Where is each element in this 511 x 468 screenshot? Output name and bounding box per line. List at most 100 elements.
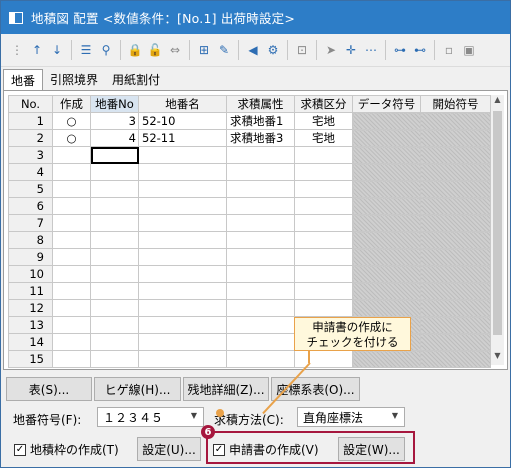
lot-name-cell[interactable] <box>138 248 227 266</box>
start-symbol-cell[interactable] <box>420 180 491 198</box>
create-cell[interactable] <box>52 282 91 300</box>
data-symbol-cell[interactable] <box>352 299 421 317</box>
speaker-icon[interactable]: ◀ <box>243 40 263 60</box>
connect-icon[interactable]: ⊶ <box>390 40 410 60</box>
arrow-icon[interactable]: ➤ <box>321 40 341 60</box>
start-symbol-cell[interactable] <box>420 265 491 283</box>
lot-name-cell[interactable] <box>138 146 227 164</box>
create-cell[interactable] <box>52 180 91 198</box>
lot-name-cell[interactable] <box>138 316 227 334</box>
calc-category-cell[interactable] <box>294 180 353 198</box>
calc-attribute-cell[interactable]: 求積地番3 <box>226 129 295 147</box>
lot-number-cell[interactable] <box>90 146 139 164</box>
create-cell[interactable] <box>52 214 91 232</box>
residual-detail-button[interactable]: 残地詳細(Z)... <box>183 377 269 401</box>
calc-category-cell[interactable] <box>294 299 353 317</box>
data-symbol-cell[interactable] <box>352 146 421 164</box>
lot-grid[interactable]: No. 作成 地番No 地番名 求積属性 求積区分 データ符号 開始符号 1 ○ 3… <box>8 95 491 368</box>
move-up-icon[interactable]: ↑ <box>27 40 47 60</box>
calc-attribute-cell[interactable] <box>226 282 295 300</box>
start-symbol-cell[interactable] <box>420 197 491 215</box>
table-button[interactable]: 表(S)... <box>6 377 92 401</box>
calc-category-cell[interactable] <box>294 163 353 181</box>
calc-attribute-cell[interactable] <box>226 248 295 266</box>
table-row[interactable]: 7 <box>8 214 491 232</box>
lot-name-cell[interactable] <box>138 350 227 368</box>
calc-attribute-cell[interactable] <box>226 299 295 317</box>
calc-attribute-cell[interactable] <box>226 163 295 181</box>
calc-category-cell[interactable] <box>294 282 353 300</box>
calc-category-cell[interactable] <box>294 214 353 232</box>
frame-icon[interactable]: ⊡ <box>292 40 312 60</box>
lot-number-cell[interactable] <box>90 163 139 181</box>
calc-method-select[interactable]: 直角座標法 ▼ <box>297 407 405 427</box>
start-symbol-cell[interactable] <box>420 231 491 249</box>
lot-name-cell[interactable] <box>138 180 227 198</box>
scroll-thumb[interactable] <box>493 111 502 335</box>
calc-category-cell[interactable]: 宅地 <box>294 112 353 130</box>
calc-category-cell[interactable] <box>294 197 353 215</box>
table-row[interactable]: 14 <box>8 333 491 351</box>
lot-number-cell[interactable] <box>90 282 139 300</box>
tab-lot[interactable]: 地番 <box>3 69 44 91</box>
header-lot-number[interactable]: 地番No <box>90 95 139 113</box>
table-row[interactable]: 2 ○ 4 52-11 求積地番3 宅地 <box>8 129 491 147</box>
start-symbol-cell[interactable] <box>420 316 491 334</box>
data-symbol-cell[interactable] <box>352 282 421 300</box>
lot-number-cell[interactable] <box>90 265 139 283</box>
data-symbol-cell[interactable] <box>352 350 421 368</box>
calc-category-cell[interactable] <box>294 248 353 266</box>
table-row[interactable]: 4 <box>8 163 491 181</box>
calc-attribute-cell[interactable] <box>226 333 295 351</box>
lot-name-cell[interactable] <box>138 197 227 215</box>
start-symbol-cell[interactable] <box>420 112 491 130</box>
create-cell[interactable] <box>52 299 91 317</box>
table-row[interactable]: 3 <box>8 146 491 164</box>
create-cell[interactable]: ○ <box>52 129 91 147</box>
table-row[interactable]: 10 <box>8 265 491 283</box>
lot-number-cell[interactable] <box>90 350 139 368</box>
table-row[interactable]: 1 ○ 3 52-10 求積地番1 宅地 <box>8 112 491 130</box>
area-frame-checkbox[interactable]: ✓ 地積枠の作成(T) <box>14 441 119 458</box>
lot-number-cell[interactable]: 3 <box>90 112 139 130</box>
create-cell[interactable] <box>52 248 91 266</box>
data-symbol-cell[interactable] <box>352 231 421 249</box>
calc-category-cell[interactable] <box>294 231 353 249</box>
vertical-scrollbar[interactable]: ▲ ▼ <box>491 95 504 365</box>
create-cell[interactable] <box>52 350 91 368</box>
data-symbol-cell[interactable] <box>352 129 421 147</box>
table-row[interactable]: 9 <box>8 248 491 266</box>
table-row[interactable]: 5 <box>8 180 491 198</box>
disconnect-icon[interactable]: ⊷ <box>410 40 430 60</box>
table-row[interactable]: 12 <box>8 299 491 317</box>
lot-number-cell[interactable] <box>90 333 139 351</box>
tab-reference-boundary[interactable]: 引照境界 <box>43 69 105 91</box>
calc-attribute-cell[interactable] <box>226 146 295 164</box>
grid-icon[interactable]: ⊞ <box>194 40 214 60</box>
create-cell[interactable] <box>52 333 91 351</box>
start-symbol-cell[interactable] <box>420 248 491 266</box>
create-cell[interactable] <box>52 146 91 164</box>
calc-attribute-cell[interactable] <box>226 316 295 334</box>
point-select-icon[interactable]: ⋯ <box>361 40 381 60</box>
table-row[interactable]: 13 <box>8 316 491 334</box>
lock-icon[interactable]: 🔒 <box>125 40 145 60</box>
lot-name-cell[interactable] <box>138 299 227 317</box>
lot-name-cell[interactable]: 52-10 <box>138 112 227 130</box>
calc-attribute-cell[interactable] <box>226 231 295 249</box>
page-icon[interactable]: ▫ <box>439 40 459 60</box>
lot-number-cell[interactable] <box>90 180 139 198</box>
calc-attribute-cell[interactable] <box>226 350 295 368</box>
calc-attribute-cell[interactable] <box>226 265 295 283</box>
leader-line-button[interactable]: ヒゲ線(H)... <box>94 377 181 401</box>
scroll-down-icon[interactable]: ▼ <box>491 351 504 365</box>
data-symbol-cell[interactable] <box>352 180 421 198</box>
tab-paper-layout[interactable]: 用紙割付 <box>105 69 167 91</box>
calc-category-cell[interactable] <box>294 146 353 164</box>
point-cross-icon[interactable]: ✛ <box>341 40 361 60</box>
data-symbol-cell[interactable] <box>352 265 421 283</box>
frame-settings-button[interactable]: 設定(U)... <box>137 437 201 461</box>
data-symbol-cell[interactable] <box>352 163 421 181</box>
scroll-up-icon[interactable]: ▲ <box>491 95 504 109</box>
flip-icon[interactable]: ▣ <box>459 40 479 60</box>
